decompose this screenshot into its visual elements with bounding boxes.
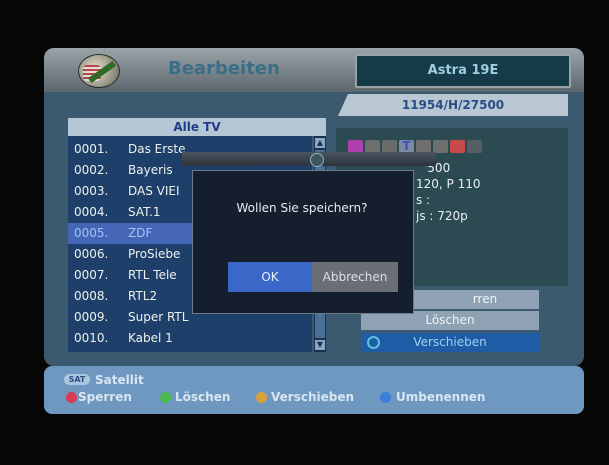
skip-icon xyxy=(467,140,482,153)
green-key-icon[interactable] xyxy=(160,392,171,403)
red-key-label: Sperren xyxy=(78,390,132,404)
dialog-knob-icon xyxy=(310,153,324,167)
dialog-titlebar xyxy=(182,152,436,167)
channel-row[interactable]: 0010. Kabel 1 xyxy=(68,328,312,349)
move-option-button[interactable]: Verschieben xyxy=(361,333,539,352)
sat-key-label: Satellit xyxy=(95,373,144,387)
edit-logo-icon xyxy=(78,54,120,88)
yellow-key-icon[interactable] xyxy=(256,392,267,403)
focus-ring-icon xyxy=(367,336,380,349)
scroll-down-icon[interactable]: ▼ xyxy=(315,340,325,350)
info-line-2: 120, P 110 xyxy=(416,177,481,191)
red-key-icon[interactable] xyxy=(66,392,77,403)
satellite-name: Astra 19E xyxy=(355,54,571,88)
info-line-4: js : 720p xyxy=(416,209,468,223)
page-title: Bearbeiten xyxy=(168,58,280,79)
channel-list-title: Alle TV xyxy=(68,118,326,136)
save-dialog xyxy=(192,170,414,314)
blue-key-icon[interactable] xyxy=(380,392,391,403)
blue-key-label: Umbenennen xyxy=(396,390,486,404)
scroll-up-icon[interactable]: ▲ xyxy=(315,138,325,148)
tv-screen: Bearbeiten Astra 19E 11954/H/27500 Alle … xyxy=(0,0,609,465)
green-key-label: Löschen xyxy=(175,390,231,404)
info-line-3: s : xyxy=(416,193,431,207)
yellow-key-label: Verschieben xyxy=(271,390,355,404)
ok-button[interactable]: OK xyxy=(228,262,312,292)
dialog-message: Wollen Sie speichern? xyxy=(236,201,368,215)
transponder-info: 11954/H/27500 xyxy=(338,94,568,116)
cancel-button[interactable]: Abbrechen xyxy=(312,262,398,292)
sat-key-icon[interactable]: SAT xyxy=(64,374,90,385)
flag-icon xyxy=(450,140,465,153)
